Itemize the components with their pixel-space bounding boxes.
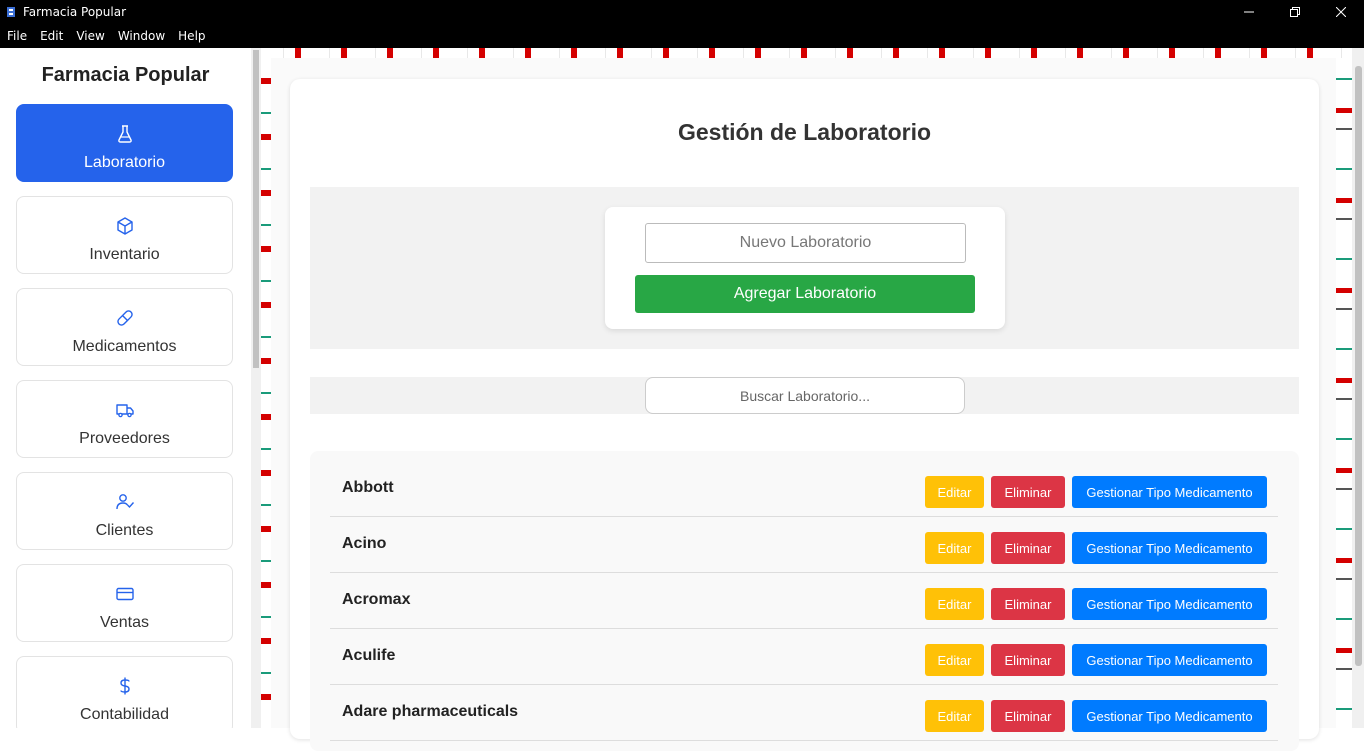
laboratory-row: Adare pharmaceuticals Editar Eliminar Ge… <box>330 685 1278 741</box>
search-panel <box>310 377 1299 414</box>
edit-button[interactable]: Editar <box>925 700 984 732</box>
manage-medication-type-button[interactable]: Gestionar Tipo Medicamento <box>1072 644 1267 676</box>
sidebar-scrollbar-thumb[interactable] <box>253 50 259 368</box>
menu-bar: File Edit View Window Help <box>0 23 1364 48</box>
menu-edit[interactable]: Edit <box>33 29 69 43</box>
sidebar-item-label: Laboratorio <box>84 154 165 171</box>
laboratory-list: Abbott Editar Eliminar Gestionar Tipo Me… <box>310 451 1299 751</box>
sidebar: Farmacia Popular Laboratorio Inventario … <box>0 48 251 728</box>
restore-button[interactable] <box>1272 0 1318 23</box>
sidebar-item-label: Proveedores <box>79 430 170 447</box>
laboratory-name: Adare pharmaceuticals <box>342 703 519 720</box>
laboratory-row: Aculife Editar Eliminar Gestionar Tipo M… <box>330 629 1278 685</box>
main-scrollbar[interactable] <box>1352 48 1364 728</box>
main-content: Gestión de Laboratorio Agregar Laborator… <box>290 79 1319 751</box>
page-title: Gestión de Laboratorio <box>677 119 932 145</box>
laboratory-name: Abbott <box>342 479 394 496</box>
window-title: Farmacia Popular <box>23 4 127 19</box>
laboratory-row: Acromax Editar Eliminar Gestionar Tipo M… <box>330 573 1278 629</box>
restore-icon <box>1290 6 1300 17</box>
sidebar-item-proveedores[interactable]: Proveedores <box>16 380 233 458</box>
search-laboratory-input[interactable] <box>645 377 965 414</box>
edit-button[interactable]: Editar <box>925 588 984 620</box>
laboratory-name: Acino <box>342 535 387 552</box>
truck-icon <box>116 404 134 418</box>
new-laboratory-input[interactable] <box>645 223 966 263</box>
sidebar-item-label: Ventas <box>100 614 149 631</box>
add-laboratory-card: Agregar Laboratorio <box>605 207 1005 329</box>
laboratory-row: Acino Editar Eliminar Gestionar Tipo Med… <box>330 517 1278 573</box>
sidebar-item-ventas[interactable]: Ventas <box>16 564 233 642</box>
menu-file[interactable]: File <box>0 29 33 43</box>
delete-button[interactable]: Eliminar <box>991 644 1065 676</box>
window-titlebar: Farmacia Popular <box>0 0 1364 23</box>
laboratory-row: Abbott Editar Eliminar Gestionar Tipo Me… <box>330 461 1278 517</box>
sidebar-item-contabilidad[interactable]: Contabilidad <box>16 656 233 728</box>
minimize-icon <box>1244 11 1254 12</box>
menu-view[interactable]: View <box>69 29 110 43</box>
manage-medication-type-button[interactable]: Gestionar Tipo Medicamento <box>1072 700 1267 732</box>
laboratory-name: Aculife <box>342 647 396 664</box>
manage-medication-type-button[interactable]: Gestionar Tipo Medicamento <box>1072 532 1267 564</box>
edit-button[interactable]: Editar <box>925 476 984 508</box>
minimize-button[interactable] <box>1226 0 1272 23</box>
edit-button[interactable]: Editar <box>925 532 984 564</box>
laboratory-name: Acromax <box>342 591 411 608</box>
credit-card-icon <box>116 587 134 601</box>
pharmacy-pattern-strip <box>1336 58 1352 728</box>
delete-button[interactable]: Eliminar <box>991 700 1065 732</box>
user-check-icon <box>116 494 135 510</box>
edit-button[interactable]: Editar <box>925 644 984 676</box>
pill-icon <box>117 310 133 326</box>
sidebar-item-label: Clientes <box>95 522 154 539</box>
sidebar-item-inventario[interactable]: Inventario <box>16 196 233 274</box>
sidebar-item-laboratorio[interactable]: Laboratorio <box>16 104 233 182</box>
app-icon <box>5 6 17 18</box>
delete-button[interactable]: Eliminar <box>991 588 1065 620</box>
add-laboratory-panel: Agregar Laboratorio <box>310 187 1299 349</box>
sidebar-item-label: Inventario <box>89 246 160 263</box>
close-button[interactable] <box>1318 0 1364 23</box>
sidebar-item-label: Medicamentos <box>72 338 177 355</box>
manage-medication-type-button[interactable]: Gestionar Tipo Medicamento <box>1072 476 1267 508</box>
flask-icon <box>118 125 132 143</box>
sidebar-brand: Farmacia Popular <box>41 64 210 86</box>
delete-button[interactable]: Eliminar <box>991 532 1065 564</box>
window-controls <box>1226 0 1364 23</box>
delete-button[interactable]: Eliminar <box>991 476 1065 508</box>
menu-window[interactable]: Window <box>111 29 171 43</box>
box-icon <box>117 217 133 235</box>
menu-help[interactable]: Help <box>171 29 211 43</box>
sidebar-item-clientes[interactable]: Clientes <box>16 472 233 550</box>
sidebar-item-label: Contabilidad <box>80 706 169 723</box>
add-laboratory-button[interactable]: Agregar Laboratorio <box>635 275 975 313</box>
main-scrollbar-thumb[interactable] <box>1355 66 1362 666</box>
close-icon <box>1336 6 1346 17</box>
sidebar-item-medicamentos[interactable]: Medicamentos <box>16 288 233 366</box>
sidebar-scrollbar[interactable] <box>251 48 261 728</box>
manage-medication-type-button[interactable]: Gestionar Tipo Medicamento <box>1072 588 1267 620</box>
dollar-icon <box>120 677 130 695</box>
